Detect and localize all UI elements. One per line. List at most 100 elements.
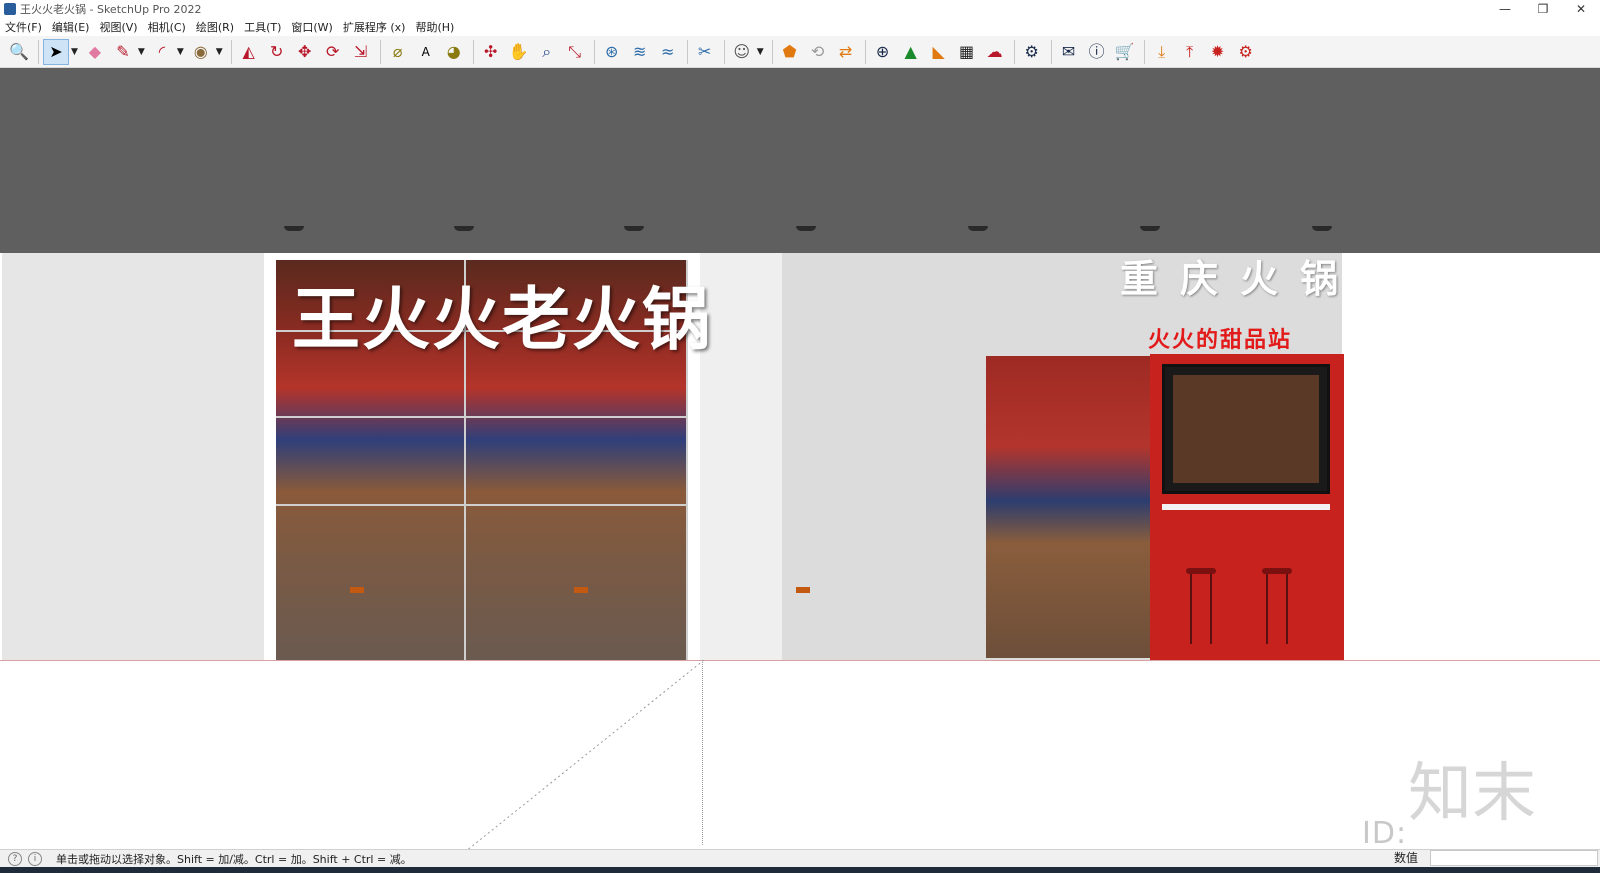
follow-me-icon[interactable]: ↻ — [264, 39, 290, 65]
taskbar-strip — [0, 867, 1600, 873]
toolbar-separator — [771, 39, 773, 64]
pan-icon[interactable]: ✋ — [506, 39, 532, 65]
sketchup-logo-icon — [4, 3, 16, 15]
mail-icon[interactable]: ✉ — [1056, 39, 1082, 65]
paint-bucket-icon[interactable]: ◕ — [441, 39, 467, 65]
window-controls: — ❐ ✕ — [1486, 0, 1600, 18]
move-icon[interactable]: ✥ — [292, 39, 318, 65]
ceiling-light — [1140, 226, 1160, 231]
glass-frame-line — [276, 416, 688, 418]
ceiling-light — [454, 226, 474, 231]
checker-icon[interactable]: ▦ — [954, 39, 980, 65]
layers-icon[interactable]: ≋ — [627, 39, 653, 65]
rotate-icon[interactable]: ⟳ — [320, 39, 346, 65]
dessert-kiosk — [1150, 354, 1344, 660]
floor-socket — [574, 587, 588, 593]
toolbar-separator — [593, 39, 595, 64]
info-icon[interactable]: ⓘ — [1084, 39, 1110, 65]
zoom-icon[interactable]: 🔍 — [6, 39, 32, 65]
chevron-down-icon[interactable]: ▼ — [71, 47, 78, 57]
kiosk-counter — [1162, 504, 1330, 510]
extension-warehouse-icon[interactable]: ⬟ — [777, 39, 803, 65]
menu-window[interactable]: 窗口(W) — [286, 19, 337, 35]
add-icon[interactable]: ⊕ — [870, 39, 896, 65]
main-toolbar: 🔍 ➤ ▼ ◆ ✎ ▼ ◜ ▼ ◉ ▼ ◭ ↻ ✥ ⟳ ⇲ ⌀ A ◕ ✣ ✋ … — [0, 36, 1600, 68]
watermark-id: ID: 1177796653 — [1362, 816, 1408, 849]
chevron-down-icon[interactable]: ▼ — [138, 47, 145, 57]
chevron-down-icon[interactable]: ▼ — [216, 47, 223, 57]
toolbar-separator — [230, 39, 232, 64]
info-status-icon[interactable]: i — [28, 851, 42, 866]
text-icon[interactable]: A — [413, 39, 439, 65]
tape-measure-icon[interactable]: ⌀ — [385, 39, 411, 65]
bar-stool — [1186, 568, 1216, 644]
export-icon[interactable]: ⇄ — [833, 39, 859, 65]
menu-extensions[interactable]: 扩展程序 (x) — [338, 19, 411, 35]
ceiling-light — [624, 226, 644, 231]
ceiling-light — [1312, 226, 1332, 231]
menu-help[interactable]: 帮助(H) — [410, 19, 459, 35]
menu-edit[interactable]: 编辑(E) — [47, 19, 95, 35]
upload-icon[interactable]: ⤒ — [1177, 39, 1203, 65]
settings-icon[interactable]: ⚙ — [1019, 39, 1045, 65]
chevron-down-icon[interactable]: ▼ — [177, 47, 184, 57]
chevron-down-icon[interactable]: ▼ — [757, 47, 764, 57]
render-icon[interactable]: ✹ — [1205, 39, 1231, 65]
user-icon[interactable]: ☺ — [729, 39, 755, 65]
minimize-button[interactable]: — — [1486, 0, 1524, 18]
shape-icon[interactable]: ◉ — [188, 39, 214, 65]
kiosk-display — [1173, 375, 1319, 483]
menu-view[interactable]: 视图(V) — [94, 19, 142, 35]
gear-plugin-icon[interactable]: ⚙ — [1233, 39, 1259, 65]
tree-icon[interactable]: ▲ — [898, 39, 924, 65]
axis-diagonal — [467, 660, 705, 849]
glass-frame-line — [276, 504, 688, 506]
orbit-icon[interactable]: ✣ — [478, 39, 504, 65]
eraser-icon[interactable]: ◆ — [82, 39, 108, 65]
model-viewport[interactable]: 王火火老火锅 重庆火锅 火火的甜品站 知末 ID: 1177796653 — [0, 68, 1600, 849]
restore-button[interactable]: ❐ — [1524, 0, 1562, 18]
ceiling-light — [968, 226, 988, 231]
ceiling-light — [796, 226, 816, 231]
arc-icon[interactable]: ◜ — [149, 39, 175, 65]
scenes-icon[interactable]: ✂ — [692, 39, 718, 65]
sign-dessert: 火火的甜品站 — [1148, 328, 1293, 353]
ceiling-light — [284, 226, 304, 231]
styles-icon[interactable]: ≈ — [655, 39, 681, 65]
close-button[interactable]: ✕ — [1562, 0, 1600, 18]
section-icon[interactable]: ⊛ — [599, 39, 625, 65]
terrain-icon[interactable]: ◣ — [926, 39, 952, 65]
menu-camera[interactable]: 相机(C) — [143, 19, 191, 35]
toolbar-separator — [686, 39, 688, 64]
menu-bar: 文件(F) 编辑(E) 视图(V) 相机(C) 绘图(R) 工具(T) 窗口(W… — [0, 18, 1600, 36]
toolbar-separator — [472, 39, 474, 64]
status-hint: 单击或拖动以选择对象。Shift = 加/减。Ctrl = 加。Shift + … — [56, 852, 412, 866]
toolbar-separator — [38, 39, 39, 64]
wall-panel-left — [2, 253, 264, 661]
select-arrow-icon[interactable]: ➤ — [43, 38, 69, 65]
toolbar-separator — [1013, 39, 1015, 64]
pencil-icon[interactable]: ✎ — [110, 39, 136, 65]
toolbar-separator — [1050, 39, 1052, 64]
toolbar-separator — [1143, 39, 1145, 64]
zoom-window-icon[interactable]: ⌕ — [534, 39, 560, 65]
cloud-upload-icon[interactable]: ☁ — [982, 39, 1008, 65]
measurements-input[interactable] — [1430, 850, 1598, 866]
refresh-icon[interactable]: ⟲ — [805, 39, 831, 65]
ground-line — [0, 660, 1600, 661]
push-pull-icon[interactable]: ◭ — [236, 39, 262, 65]
cart-icon[interactable]: 🛒 — [1112, 39, 1138, 65]
scale-icon[interactable]: ⇲ — [348, 39, 374, 65]
menu-draw[interactable]: 绘图(R) — [191, 19, 239, 35]
status-bar: ? i 单击或拖动以选择对象。Shift = 加/减。Ctrl = 加。Shif… — [0, 849, 1600, 867]
toolbar-separator — [379, 39, 381, 64]
dining-area-image — [986, 356, 1150, 658]
geolocation-icon[interactable]: ? — [8, 851, 22, 866]
toolbar-separator — [864, 39, 866, 64]
menu-tools[interactable]: 工具(T) — [239, 19, 286, 35]
download-icon[interactable]: ⤓ — [1149, 39, 1175, 65]
floor-socket — [350, 587, 364, 593]
menu-file[interactable]: 文件(F) — [0, 19, 47, 35]
zoom-extents-icon[interactable]: ⤡ — [562, 39, 588, 65]
wall-panel-middle — [700, 253, 782, 661]
